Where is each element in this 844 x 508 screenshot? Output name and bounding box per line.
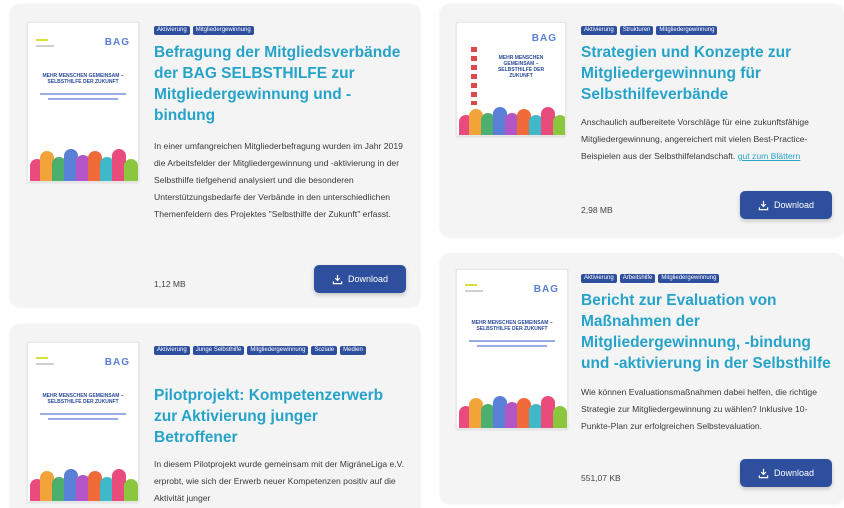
publication-card: BAG MEHR MENSCHEN GEMEINSAM – SELBSTHILF… xyxy=(10,324,420,508)
download-label: Download xyxy=(347,274,389,284)
tag[interactable]: Arbeitshilfe xyxy=(619,274,656,283)
cover-illustration xyxy=(457,390,567,428)
file-size: 551,07 KB xyxy=(581,473,621,483)
publication-card: BAG MEHR MENSCHEN GEMEINSAM – SELBSTHILF… xyxy=(440,253,844,503)
publication-description: In einer umfangreichen Mitgliederbefragu… xyxy=(154,141,403,219)
publication-cover-image[interactable]: BAG MEHR MENSCHEN GEMEINSAM – SELBSTHILF… xyxy=(456,269,568,429)
cover-subtitle-line xyxy=(477,345,547,347)
cover-logo: BAG xyxy=(531,33,557,44)
download-icon xyxy=(332,274,343,284)
tag-list: Aktivierung Mitgliedergewinnung xyxy=(154,26,404,35)
tag-list: Aktivierung Junge Selbsthilfe Mitglieder… xyxy=(154,346,404,355)
publication-description: In diesem Pilotprojekt wurde gemeinsam m… xyxy=(154,459,404,503)
download-button[interactable]: Download xyxy=(314,265,406,293)
tag[interactable]: Medien xyxy=(340,346,366,355)
cover-illustration xyxy=(28,143,138,181)
tag[interactable]: Mitgliedergewinnung xyxy=(192,26,254,35)
tag[interactable]: Aktivierung xyxy=(154,26,190,35)
cover-title: MEHR MENSCHEN GEMEINSAM – SELBSTHILFE DE… xyxy=(42,393,124,405)
cover-subtitle-line xyxy=(40,413,126,415)
tag[interactable]: Mitgliedergewinnung xyxy=(247,346,309,355)
publication-cover-image[interactable]: BAG MEHR MENSCHEN GEMEINSAM – SELBSTHILF… xyxy=(27,22,139,182)
tag[interactable]: Soziale xyxy=(311,346,338,355)
cover-line xyxy=(36,363,54,365)
tag[interactable]: Aktivierung xyxy=(154,346,190,355)
cover-accent xyxy=(36,357,48,359)
download-label: Download xyxy=(773,468,815,478)
download-icon xyxy=(758,468,769,478)
publication-description: Wie können Evaluationsmaßnahmen dabei he… xyxy=(581,387,817,431)
cover-subtitle-line xyxy=(40,93,126,95)
publication-title[interactable]: Bericht zur Evaluation von Maßnahmen der… xyxy=(581,290,839,374)
download-label: Download xyxy=(773,200,815,210)
download-icon xyxy=(758,200,769,210)
cover-subtitle-line xyxy=(48,98,118,100)
cover-tower xyxy=(471,47,477,105)
tag[interactable]: Mitgliedergewinnung xyxy=(656,26,718,35)
cover-line xyxy=(465,290,483,292)
publication-card: BAG MEHR MENSCHEN GEMEINSAM – SELBSTHILF… xyxy=(440,4,844,236)
publication-title[interactable]: Pilotprojekt: Kompetenzerwerb zur Aktivi… xyxy=(154,385,404,448)
tag[interactable]: Mitgliedergewinnung xyxy=(658,274,720,283)
publication-card: BAG MEHR MENSCHEN GEMEINSAM – SELBSTHILF… xyxy=(10,4,420,306)
publication-title[interactable]: Befragung der Mitgliedsverbände der BAG … xyxy=(154,42,409,126)
cover-title: MEHR MENSCHEN GEMEINSAM – SELBSTHILFE DE… xyxy=(42,73,124,85)
cover-title: MEHR MENSCHEN GEMEINSAM – SELBSTHILFE DE… xyxy=(471,320,553,332)
publication-link[interactable]: gut zum Blättern xyxy=(738,151,801,161)
cover-line xyxy=(36,45,54,47)
cover-subtitle-line xyxy=(469,340,555,342)
cover-subtitle-line xyxy=(48,418,118,420)
tag-list: Aktivierung Arbeitshilfe Mitgliedergewin… xyxy=(581,274,831,283)
cover-accent xyxy=(465,284,477,286)
cover-title: MEHR MENSCHEN GEMEINSAM – SELBSTHILFE DE… xyxy=(497,55,545,79)
cover-logo: BAG xyxy=(104,357,130,368)
tag[interactable]: Aktivierung xyxy=(581,274,617,283)
publication-cover-image[interactable]: BAG MEHR MENSCHEN GEMEINSAM – SELBSTHILF… xyxy=(27,342,139,502)
cover-logo: BAG xyxy=(104,37,130,48)
tag[interactable]: Aktivierung xyxy=(581,26,617,35)
cover-illustration xyxy=(28,463,138,501)
tag[interactable]: Strukturen xyxy=(619,26,654,35)
file-size: 1,12 MB xyxy=(154,279,186,289)
file-size: 2,98 MB xyxy=(581,205,613,215)
publication-title[interactable]: Strategien und Konzepte zur Mitgliederge… xyxy=(581,42,831,105)
download-button[interactable]: Download xyxy=(740,191,832,219)
download-button[interactable]: Download xyxy=(740,459,832,487)
tag[interactable]: Junge Selbsthilfe xyxy=(192,346,245,355)
cover-accent xyxy=(36,39,48,41)
publication-cover-image[interactable]: BAG MEHR MENSCHEN GEMEINSAM – SELBSTHILF… xyxy=(456,22,566,136)
cover-logo: BAG xyxy=(533,284,559,295)
cover-illustration xyxy=(457,103,565,135)
tag-list: Aktivierung Strukturen Mitgliedergewinnu… xyxy=(581,26,831,35)
publication-description-block: Anschaulich aufbereitete Vorschläge für … xyxy=(581,114,831,165)
